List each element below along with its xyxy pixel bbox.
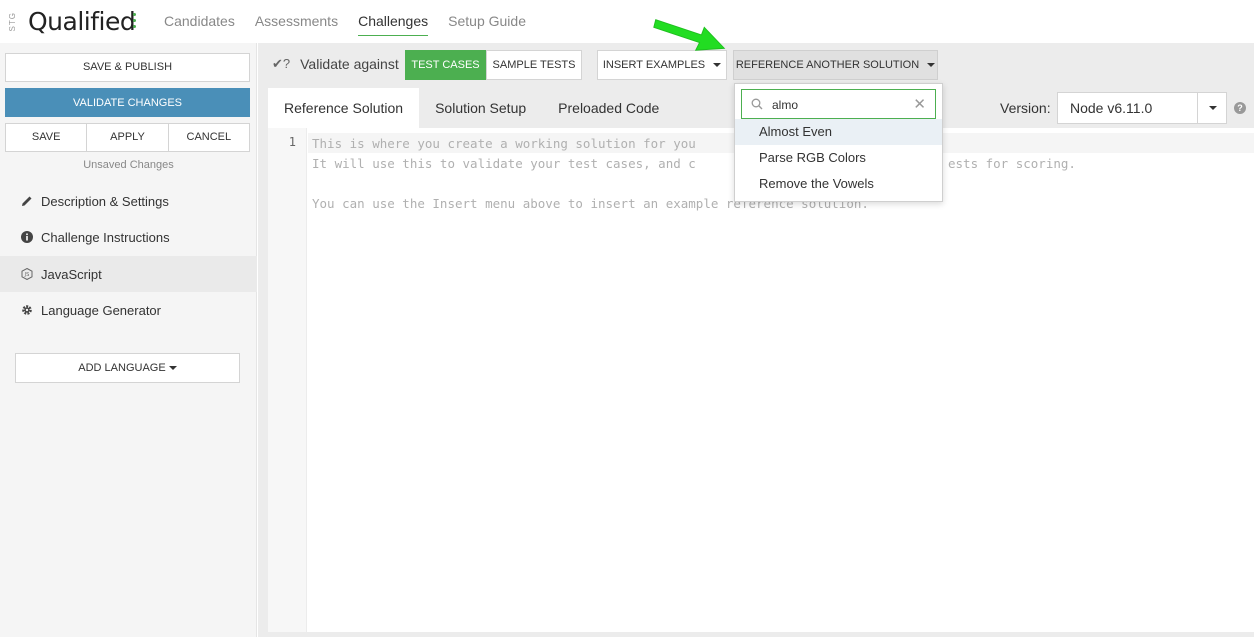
line-gutter: 1 [268,128,307,632]
version-value: Node v6.11.0 [1070,100,1153,116]
version-select[interactable]: Node v6.11.0 [1057,92,1227,124]
save-button[interactable]: SAVE [6,124,88,151]
nav-challenges[interactable]: Challenges [358,0,429,36]
nav-setup-guide[interactable]: Setup Guide [448,0,526,43]
logo-dots-icon [133,13,137,31]
logo[interactable]: Qualified [28,7,136,36]
sidebar-item-label: JavaScript [41,266,102,282]
dropdown-search-input[interactable] [772,96,912,114]
top-nav: STG Qualified Candidates Assessments Cha… [0,0,1254,43]
dropdown-option-almost-even[interactable]: Almost Even [735,119,942,145]
editor-tabs: Reference Solution Solution Setup Preloa… [268,88,675,128]
tab-reference-solution[interactable]: Reference Solution [268,88,420,128]
version-label: Version: [1000,100,1051,116]
sample-tests-button[interactable]: SAMPLE TESTS [486,50,582,80]
apply-button[interactable]: APPLY [87,124,169,151]
caret-down-icon [1209,106,1217,110]
nav-assessments[interactable]: Assessments [255,0,338,43]
toolbar: ✔? Validate against TEST CASES SAMPLE TE… [258,43,1254,85]
reference-another-label: REFERENCE ANOTHER SOLUTION [735,59,920,71]
line-number: 1 [288,135,296,149]
info-icon [20,230,34,244]
caret-down-icon [713,63,722,68]
unsaved-changes-text: Unsaved Changes [83,159,174,171]
sidebar-item-label: Language Generator [41,302,161,318]
validate-against-label: ✔? Validate against [272,56,399,72]
sidebar-item-label: Description & Settings [41,193,169,209]
add-language-label: ADD LANGUAGE [78,362,166,374]
search-icon [751,98,763,110]
code-line-2: It will use this to validate your test c… [312,156,696,171]
dropdown-search: ✕ [741,89,936,119]
dropdown-option-parse-rgb-colors[interactable]: Parse RGB Colors [735,145,942,171]
caret-down-icon [168,366,177,371]
env-label: STG [8,12,17,32]
help-icon[interactable]: ? [1234,102,1246,114]
main-nav: Candidates Assessments Challenges Setup … [164,0,546,43]
select-divider [1197,93,1198,123]
check-question-icon: ✔? [272,56,291,71]
code-editor[interactable]: 1 This is where you create a working sol… [268,128,1254,632]
sidebar-item-javascript[interactable]: JS JavaScript [0,256,257,292]
gear-icon [20,303,34,317]
nav-candidates[interactable]: Candidates [164,0,235,43]
code-line-1: This is where you create a working solut… [312,136,696,151]
pencil-icon [20,194,34,208]
code-line-2-tail: ests for scoring. [948,156,1076,171]
sidebar-item-challenge-instructions[interactable]: Challenge Instructions [0,219,257,255]
insert-examples-label: INSERT EXAMPLES [602,59,706,71]
reference-another-solution-button[interactable]: REFERENCE ANOTHER SOLUTION [733,50,938,80]
save-apply-cancel-group: SAVE APPLY CANCEL [5,123,250,152]
validate-against-text: Validate against [300,56,399,72]
tab-preloaded-code[interactable]: Preloaded Code [542,88,675,128]
close-icon[interactable]: ✕ [913,95,926,113]
sidebar-item-description-settings[interactable]: Description & Settings [0,183,257,219]
add-language-button[interactable]: ADD LANGUAGE [15,353,240,383]
tab-solution-setup[interactable]: Solution Setup [419,88,542,128]
cancel-button[interactable]: CANCEL [169,124,249,151]
save-publish-button[interactable]: SAVE & PUBLISH [5,53,250,82]
caret-down-icon [927,63,936,68]
sidebar: SAVE & PUBLISH VALIDATE CHANGES SAVE APP… [0,43,257,637]
reference-solution-dropdown: ✕ Almost Even Parse RGB Colors Remove th… [734,83,943,202]
test-cases-button[interactable]: TEST CASES [405,50,486,80]
dropdown-option-remove-the-vowels[interactable]: Remove the Vowels [735,171,942,197]
validate-changes-button[interactable]: VALIDATE CHANGES [5,88,250,117]
svg-text:JS: JS [24,272,30,278]
sidebar-item-label: Challenge Instructions [41,229,170,245]
annotation-arrow-icon [653,19,726,51]
insert-examples-button[interactable]: INSERT EXAMPLES [597,50,727,80]
sidebar-item-language-generator[interactable]: Language Generator [0,292,257,328]
js-icon: JS [20,267,34,281]
